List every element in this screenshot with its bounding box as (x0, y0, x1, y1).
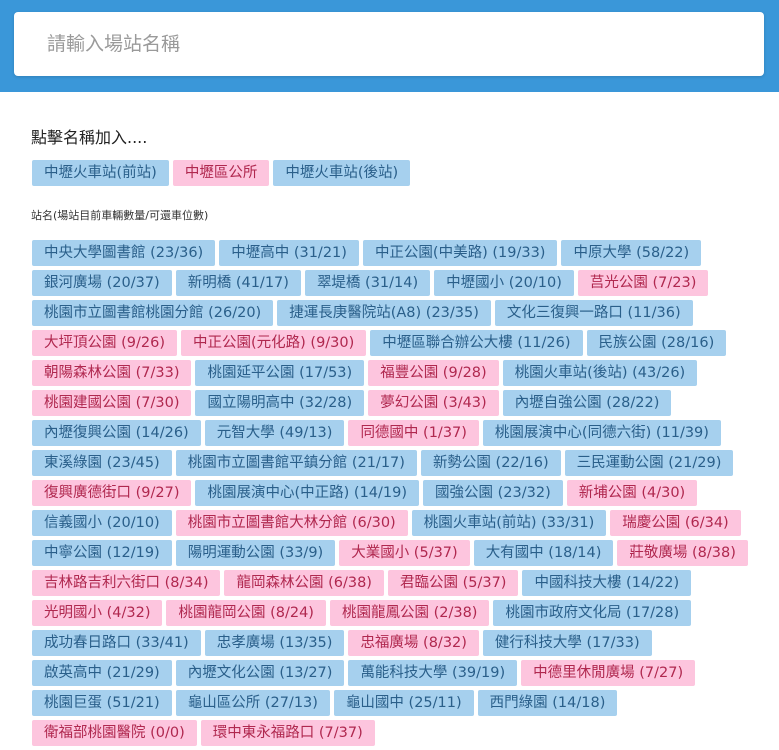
station-chip[interactable]: 中原大學 (58/22) (561, 240, 702, 266)
station-chip[interactable]: 中壢國小 (20/10) (434, 270, 574, 296)
station-chip[interactable]: 桃園龍鳳公園 (2/38) (329, 600, 490, 626)
station-chip[interactable]: 桃園展演中心(中正路) (14/19) (195, 480, 420, 506)
station-chip[interactable]: 桃園市立圖書館大林分館 (6/30) (175, 510, 408, 536)
station-chip[interactable]: 瑞慶公園 (6/34) (610, 510, 741, 536)
station-chip[interactable]: 桃園市政府文化局 (17/28) (493, 600, 692, 626)
station-chip[interactable]: 民族公園 (28/16) (586, 330, 727, 356)
station-chip[interactable]: 龜山國中 (25/11) (333, 690, 474, 716)
station-chip[interactable]: 啟英高中 (21/29) (32, 660, 172, 686)
station-chip[interactable]: 新勢公園 (22/16) (420, 450, 561, 476)
station-chip[interactable]: 三民運動公園 (21/29) (564, 450, 734, 476)
selected-station-chip[interactable]: 中壢區公所 (172, 160, 270, 186)
station-chip[interactable]: 成功春日路口 (33/41) (32, 630, 201, 656)
station-chip[interactable]: 西門綠園 (14/18) (477, 690, 618, 716)
station-chip[interactable]: 桃園延平公園 (17/53) (195, 360, 365, 386)
station-chip[interactable]: 東溪綠園 (23/45) (32, 450, 172, 476)
station-chip[interactable]: 元智大學 (49/13) (204, 420, 345, 446)
station-chip[interactable]: 朝陽森林公園 (7/33) (32, 360, 192, 386)
station-chip[interactable]: 內壢自強公園 (28/22) (502, 390, 672, 416)
station-chip[interactable]: 桃園市立圖書館桃園分館 (26/20) (32, 300, 274, 326)
search-header (0, 0, 779, 92)
station-chip[interactable]: 健行科技大學 (17/33) (482, 630, 652, 656)
station-chip[interactable]: 中德里休閒廣場 (7/27) (521, 660, 696, 686)
station-chip[interactable]: 內壢文化公園 (13/27) (175, 660, 345, 686)
station-chip[interactable]: 大業國小 (5/37) (339, 540, 470, 566)
station-list: 中央大學圖書館 (23/36) 中壢高中 (31/21) 中正公園(中美路) (19… (32, 240, 752, 750)
station-chip[interactable]: 吉林路吉利六街口 (8/34) (32, 570, 221, 596)
station-chip[interactable]: 桃園火車站(後站) (43/26) (502, 360, 698, 386)
station-chip[interactable]: 大有國中 (18/14) (473, 540, 614, 566)
station-chip[interactable]: 龍岡森林公園 (6/38) (224, 570, 384, 596)
station-chip[interactable]: 環中東永福路口 (7/37) (200, 720, 375, 746)
station-chip[interactable]: 大坪頂公園 (9/26) (32, 330, 177, 356)
station-chip[interactable]: 莊敬廣場 (8/38) (617, 540, 748, 566)
station-chip[interactable]: 中壢高中 (31/21) (219, 240, 359, 266)
station-chip[interactable]: 莒光公園 (7/23) (577, 270, 709, 296)
station-chip[interactable]: 桃園巨蛋 (51/21) (32, 690, 172, 716)
station-chip[interactable]: 桃園展演中心(同德六街) (11/39) (482, 420, 721, 446)
search-input[interactable] (14, 12, 764, 76)
station-chip[interactable]: 捷運長庚醫院站(A8) (23/35) (277, 300, 491, 326)
add-hint-text: 點擊名稱加入.... (31, 128, 148, 147)
station-chip[interactable]: 光明國小 (4/32) (32, 600, 163, 626)
station-chip[interactable]: 忠孝廣場 (13/35) (204, 630, 345, 656)
station-chip[interactable]: 君臨公園 (5/37) (387, 570, 519, 596)
station-chip[interactable]: 桃園建國公園 (7/30) (32, 390, 192, 416)
station-chip[interactable]: 銀河廣場 (20/37) (32, 270, 172, 296)
station-chip[interactable]: 衛福部桃園醫院 (0/0) (32, 720, 197, 746)
station-chip[interactable]: 內壢復興公園 (14/26) (32, 420, 201, 446)
selected-station-chip[interactable]: 中壢火車站(後站) (273, 160, 411, 186)
station-chip[interactable]: 中壢區聯合辦公大樓 (11/26) (370, 330, 583, 356)
station-chip[interactable]: 復興廣德街口 (9/27) (32, 480, 192, 506)
station-chip[interactable]: 國強公園 (23/32) (423, 480, 563, 506)
station-chip[interactable]: 夢幻公園 (3/43) (368, 390, 499, 416)
station-chip[interactable]: 龜山區公所 (27/13) (175, 690, 330, 716)
selected-stations: 中壢火車站(前站) 中壢區公所 中壢火車站(後站) (32, 160, 752, 190)
station-chip[interactable]: 文化三復興一路口 (11/36) (494, 300, 693, 326)
station-chip[interactable]: 福豐公園 (9/28) (368, 360, 499, 386)
station-chip[interactable]: 桃園市立圖書館平鎮分館 (21/17) (175, 450, 417, 476)
station-chip[interactable]: 中正公園(中美路) (19/33) (362, 240, 558, 266)
station-chip[interactable]: 國立陽明高中 (32/28) (195, 390, 365, 416)
station-chip[interactable]: 桃園龍岡公園 (8/24) (166, 600, 326, 626)
station-chip[interactable]: 新明橋 (41/17) (175, 270, 301, 296)
station-chip[interactable]: 信義國小 (20/10) (32, 510, 172, 536)
station-chip[interactable]: 陽明運動公園 (33/9) (175, 540, 336, 566)
list-caption: 站名(場站目前車輛數量/可還車位數) (31, 209, 209, 222)
selected-station-chip[interactable]: 中壢火車站(前站) (32, 160, 169, 186)
search-box (14, 12, 764, 76)
station-chip[interactable]: 萬能科技大學 (39/19) (348, 660, 518, 686)
station-chip[interactable]: 中國科技大樓 (14/22) (522, 570, 692, 596)
station-chip[interactable]: 中央大學圖書館 (23/36) (32, 240, 216, 266)
station-chip[interactable]: 桃園火車站(前站) (33/31) (411, 510, 607, 536)
station-chip[interactable]: 忠福廣場 (8/32) (348, 630, 479, 656)
station-chip[interactable]: 新埔公園 (4/30) (566, 480, 698, 506)
station-chip[interactable]: 翠堤橋 (31/14) (304, 270, 431, 296)
station-chip[interactable]: 中正公園(元化路) (9/30) (180, 330, 367, 356)
station-chip[interactable]: 同德國中 (1/37) (348, 420, 479, 446)
station-chip[interactable]: 中寧公園 (12/19) (32, 540, 172, 566)
